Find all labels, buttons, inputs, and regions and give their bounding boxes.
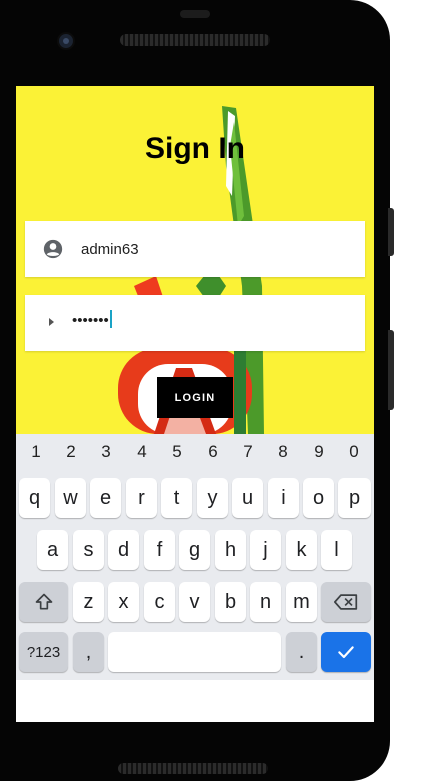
text-cursor [109,310,112,329]
period-key[interactable]: . [286,632,317,672]
key-k[interactable]: k [286,530,317,570]
volume-up-button [388,208,394,256]
key-w[interactable]: w [55,478,86,518]
checkmark-icon [338,646,354,659]
key-g[interactable]: g [179,530,210,570]
key-f[interactable]: f [144,530,175,570]
key-n[interactable]: n [250,582,281,622]
front-camera [59,34,73,48]
key-p[interactable]: p [338,478,371,518]
key-r[interactable]: r [126,478,157,518]
power-button [388,330,394,410]
key-9[interactable]: 9 [309,442,329,462]
phone-frame: Sign In admin63 ••••••• LOGIN 1 2 3 4 5 … [0,0,390,781]
number-row: 1 2 3 4 5 6 7 8 9 0 [16,442,374,466]
key-d[interactable]: d [108,530,139,570]
key-6[interactable]: 6 [203,442,223,462]
on-screen-keyboard: 1 2 3 4 5 6 7 8 9 0 q w e r t y u i o p [16,434,374,680]
key-y[interactable]: y [197,478,228,518]
bottom-speaker [118,763,268,774]
key-b[interactable]: b [215,582,246,622]
key-v[interactable]: v [179,582,210,622]
key-l[interactable]: l [321,530,352,570]
key-x[interactable]: x [108,582,139,622]
key-c[interactable]: c [144,582,175,622]
password-field[interactable]: ••••••• [25,295,365,351]
key-i[interactable]: i [268,478,299,518]
key-1[interactable]: 1 [26,442,46,462]
symbols-key[interactable]: ?123 [19,632,68,672]
account-circle-icon [43,239,63,259]
key-s[interactable]: s [73,530,104,570]
right-arrow-icon [49,318,54,326]
enter-key[interactable] [321,632,371,672]
backspace-icon [334,594,358,610]
key-q[interactable]: q [19,478,50,518]
phone-top-sensor [180,10,210,18]
key-a[interactable]: a [37,530,68,570]
key-o[interactable]: o [303,478,334,518]
space-key[interactable] [108,632,281,672]
earpiece-speaker [120,34,270,46]
device-screen: Sign In admin63 ••••••• LOGIN 1 2 3 4 5 … [16,86,374,722]
password-input[interactable]: ••••••• [72,310,112,330]
backspace-key[interactable] [321,582,371,622]
key-e[interactable]: e [90,478,121,518]
login-button[interactable]: LOGIN [157,377,233,418]
password-dots: ••••••• [72,312,109,329]
key-m[interactable]: m [286,582,317,622]
key-4[interactable]: 4 [132,442,152,462]
key-2[interactable]: 2 [61,442,81,462]
comma-key[interactable]: , [73,632,104,672]
shift-key[interactable] [19,582,68,622]
key-5[interactable]: 5 [167,442,187,462]
key-z[interactable]: z [73,582,104,622]
username-input[interactable]: admin63 [81,241,139,258]
username-field[interactable]: admin63 [25,221,365,277]
sign-in-screen: Sign In admin63 ••••••• LOGIN [16,86,374,434]
key-h[interactable]: h [215,530,246,570]
key-j[interactable]: j [250,530,281,570]
key-0[interactable]: 0 [344,442,364,462]
key-u[interactable]: u [232,478,263,518]
key-8[interactable]: 8 [273,442,293,462]
shift-icon [35,593,52,610]
page-title: Sign In [145,132,245,165]
key-7[interactable]: 7 [238,442,258,462]
key-t[interactable]: t [161,478,192,518]
navigation-area [16,680,374,722]
key-3[interactable]: 3 [96,442,116,462]
